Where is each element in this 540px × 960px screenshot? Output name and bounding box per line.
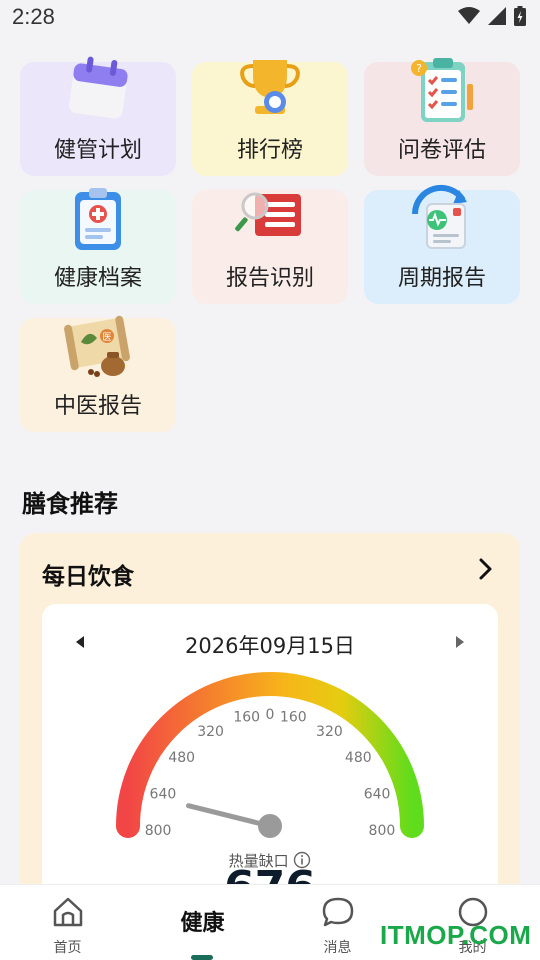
trophy-icon <box>240 60 300 114</box>
feature-label: 报告识别 <box>225 266 314 291</box>
svg-text:?: ? <box>416 62 422 75</box>
feature-tcm-report[interactable]: 医 中医报告 <box>20 315 176 432</box>
gauge-tick-label: 640 <box>150 786 177 802</box>
feature-cycle-report[interactable]: 周期报告 <box>364 184 520 304</box>
gauge-tick-label: 160 <box>233 709 260 725</box>
next-date-icon[interactable] <box>454 636 464 648</box>
nav-health-label: 健康 <box>180 911 225 936</box>
status-time: 2:28 <box>12 4 55 29</box>
gauge-needle <box>186 803 273 829</box>
date-selector: 2026年09月15日 <box>42 626 498 658</box>
feature-ranking[interactable]: 排行榜 <box>192 60 348 176</box>
signal-icon <box>488 7 506 25</box>
section-title-diet: 膳食推荐 <box>22 490 118 518</box>
chevron-right-icon[interactable] <box>476 557 496 581</box>
gauge-tick-label: 480 <box>345 750 372 766</box>
gauge-tick-label: 320 <box>316 724 343 740</box>
gauge-tick-label: 800 <box>145 823 172 839</box>
feature-label: 中医报告 <box>53 394 142 419</box>
gauge-needle-hub <box>258 814 282 838</box>
status-icons <box>458 6 526 26</box>
gauge-tick-label: 800 <box>369 823 396 839</box>
gauge-tick-label: 320 <box>197 724 224 740</box>
home-icon <box>53 897 82 927</box>
report-scan-icon <box>235 192 301 236</box>
chat-bubble-icon <box>322 897 353 927</box>
nav-home-label: 首页 <box>53 940 82 956</box>
gauge-tick-label: 640 <box>364 786 391 802</box>
wifi-icon <box>458 7 480 24</box>
feature-label: 周期报告 <box>397 266 486 291</box>
watermark: ITMOP.COM <box>380 920 532 950</box>
feature-label: 健管计划 <box>53 138 142 163</box>
calorie-gauge: 800640480320160 0 160320480640800 <box>116 672 424 839</box>
feature-questionnaire[interactable]: ? 问卷评估 <box>364 58 520 176</box>
gauge-tick-label: 160 <box>280 709 307 725</box>
feature-health-record[interactable]: 健康档案 <box>20 188 176 304</box>
status-bar: 2:28 <box>0 0 540 36</box>
calendar-icon <box>69 56 128 119</box>
medical-record-icon <box>75 188 121 250</box>
nav-home[interactable]: 首页 <box>0 885 135 960</box>
battery-icon <box>514 6 526 26</box>
nav-active-indicator <box>191 955 213 960</box>
gauge-tick-label: 480 <box>168 750 195 766</box>
cycle-report-icon <box>411 184 467 249</box>
feature-label: 问卷评估 <box>397 138 486 163</box>
feature-label: 健康档案 <box>53 266 142 291</box>
feature-label: 排行榜 <box>236 138 303 163</box>
clipboard-checklist-icon: ? <box>411 58 473 122</box>
selected-date: 2026年09月15日 <box>185 634 355 658</box>
feature-health-plan[interactable]: 健管计划 <box>20 56 176 176</box>
feature-report-recognition[interactable]: 报告识别 <box>192 190 348 304</box>
svg-text:医: 医 <box>102 332 111 343</box>
tcm-scroll-icon: 医 <box>64 315 130 377</box>
daily-diet-title: 每日饮食 <box>42 564 134 590</box>
gauge-tick-label: 0 <box>266 707 275 723</box>
nav-health[interactable]: 健康 <box>135 885 270 960</box>
